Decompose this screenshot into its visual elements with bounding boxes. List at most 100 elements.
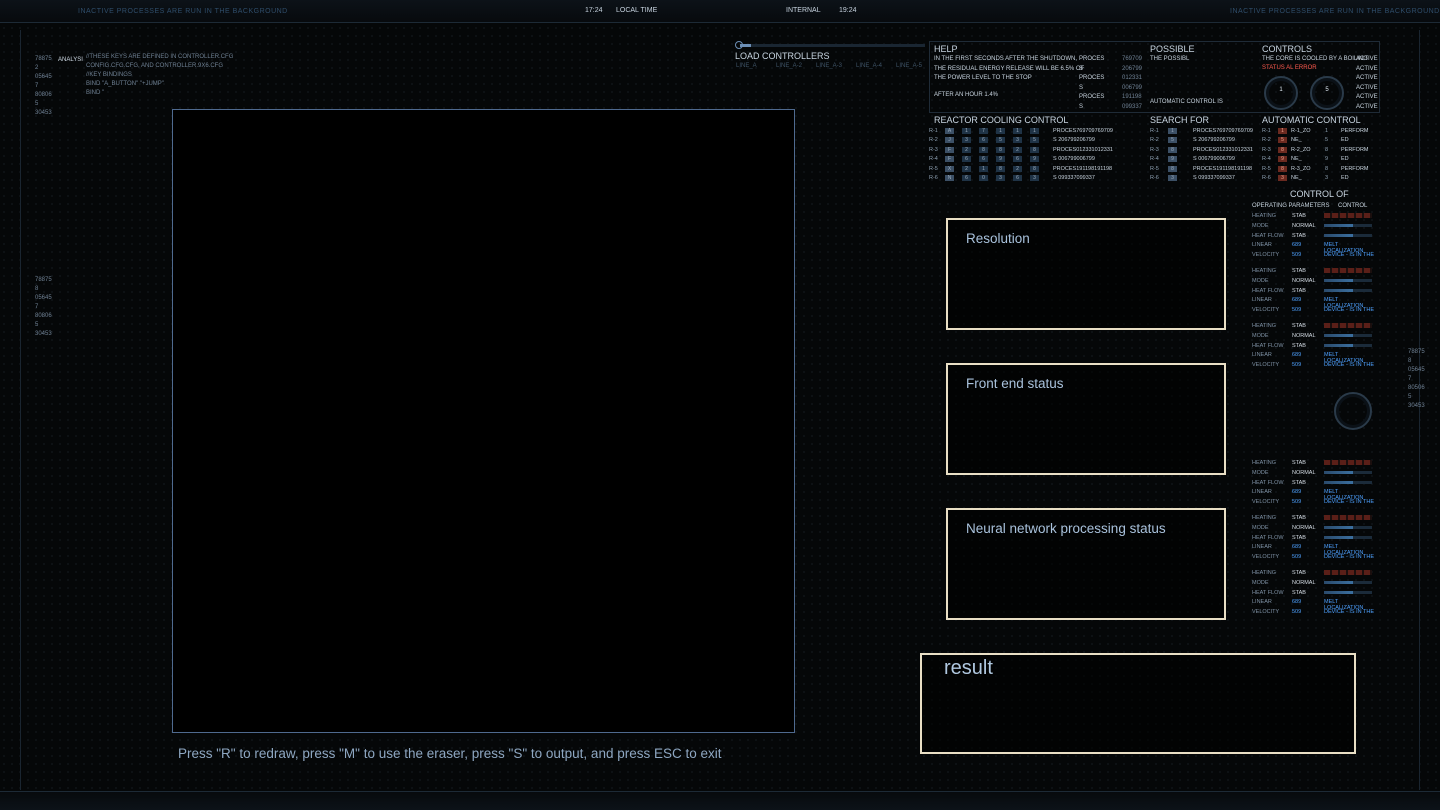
auto-row: R-1 1 R-1_ZO 1 PERFORM [1262, 126, 1371, 136]
parameter-value: 689 [1292, 242, 1302, 249]
right-hud-numbers: 78875 8 05645 7 80506 5 30453 [1408, 349, 1425, 409]
drawing-canvas[interactable] [172, 109, 795, 733]
reactor-row-id: R-2 [929, 137, 938, 144]
load-line-4: LINE_A-4 [856, 63, 883, 69]
reactor-cooling-table: R-1 A 1 7 1 1 1 PROCES769709769709 R-2 J 3 6 5 3 5 S 20… [929, 126, 1113, 183]
parameter-line: HEATING STAB [1252, 268, 1378, 278]
parameter-key: MODE [1252, 277, 1269, 284]
heat-bar [1324, 213, 1378, 223]
time-left: 17:24 [585, 7, 603, 14]
active-status: ACTIVE [1356, 65, 1378, 72]
search-row-id: R-5 [1150, 165, 1159, 172]
parameter-key: HEAT FLOW [1252, 287, 1284, 294]
auto-code: NE_ [1291, 137, 1302, 144]
parameter-key: LINEAR [1252, 242, 1272, 249]
controls-title: CONTROLS [1262, 44, 1313, 54]
auto-row: R-5 8 R-3_ZO 8 PERFORM [1262, 164, 1371, 174]
parameter-key: VELOCITY [1252, 252, 1280, 259]
parameter-value: STAB [1292, 323, 1306, 329]
parameter-value: STAB [1292, 515, 1306, 521]
search-proc: PROCES012331012331 [1193, 146, 1253, 153]
active-status: ACTIVE [1356, 94, 1378, 100]
auto-code: R-3_ZO [1291, 165, 1311, 172]
auto-id: R-4 [1262, 156, 1271, 163]
auto-t: ED [1341, 156, 1349, 163]
parameter-value: 509 [1292, 307, 1302, 314]
search-for-table: R-1 1 PROCES769709769709 R-2 5 S 206799206799… [1150, 126, 1253, 183]
parameter-block: HEATING STAB MODE NORMAL HEAT FLOW STAB LINEAR… [1252, 323, 1378, 372]
parameter-value: STAB [1292, 589, 1306, 596]
parameter-value: NORMAL [1292, 579, 1316, 586]
device-status: DEVICE - IS IN THE [1324, 362, 1375, 369]
melt-localization: MELT LOCALIZATION [1324, 599, 1364, 612]
auto-t: ED [1341, 175, 1349, 182]
reactor-row-id: R-1 [929, 127, 938, 134]
auto-row: R-6 3 NE_ 3 ED [1262, 174, 1371, 184]
auto-row: R-4 9 NE_ 9 ED [1262, 155, 1371, 165]
dial-icon [1334, 392, 1372, 430]
parameter-block: HEATING STAB MODE NORMAL HEAT FLOW STAB LINEAR… [1252, 515, 1378, 564]
reactor-cell: 3 [1030, 175, 1039, 182]
parameter-value: STAB [1292, 342, 1306, 349]
auto-n: 5 [1278, 137, 1287, 144]
parameter-line: LINEAR 689 MELT LOCALIZATION [1252, 352, 1378, 364]
search-for-title: SEARCH FOR [1150, 115, 1210, 125]
auto-code: R-2_ZO [1291, 146, 1311, 153]
status-text: STATUS AL ERROR [1262, 65, 1317, 71]
parameter-key: HEAT FLOW [1252, 232, 1284, 239]
parameter-value: STAB [1292, 460, 1306, 466]
help-proces-value: 191198 [1122, 94, 1142, 100]
help-proces-label: S [1079, 84, 1084, 91]
reactor-cell: 1 [962, 127, 971, 134]
neural-status-box: Neural network processing status [946, 508, 1226, 620]
parameter-value: NORMAL [1292, 469, 1316, 476]
parameter-value: 509 [1292, 499, 1302, 506]
parameter-line: HEATING STAB [1252, 213, 1378, 223]
reactor-cell: 3 [996, 175, 1005, 182]
parameter-block: HEATING STAB MODE NORMAL HEAT FLOW STAB LINEAR… [1252, 268, 1378, 317]
load-line-5: LINE_A-5 [896, 63, 923, 69]
auto-v: 3 [1325, 175, 1329, 182]
parameter-key: MODE [1252, 332, 1269, 339]
auto-t: PERFORM [1341, 146, 1369, 153]
parameter-key: MODE [1252, 579, 1269, 586]
parameter-line: HEAT FLOW STAB [1252, 233, 1378, 243]
parameter-key: VELOCITY [1252, 554, 1280, 561]
level-bar [1324, 580, 1378, 590]
front-end-status-label: Front end status [966, 376, 1064, 391]
automatic-control-title: AUTOMATIC CONTROL [1262, 115, 1361, 125]
reactor-cell: 2 [1013, 146, 1022, 153]
reactor-cell: 6 [962, 156, 971, 163]
parameter-line: VELOCITY 509 DEVICE - IS IN THE [1252, 609, 1378, 619]
search-row-id: R-2 [1150, 137, 1159, 144]
parameter-line: VELOCITY 509 DEVICE - IS IN THE [1252, 554, 1378, 564]
reactor-proc: PROCES769709769709 [1053, 127, 1113, 134]
parameter-key: HEAT FLOW [1252, 534, 1284, 541]
reactor-cell: 6 [1013, 156, 1022, 163]
reactor-cell: F [945, 146, 954, 153]
help-proces-label: PROCES [1079, 94, 1105, 100]
parameter-key: HEATING [1252, 323, 1277, 329]
parameter-key: LINEAR [1252, 352, 1272, 359]
level-bar [1324, 288, 1378, 298]
left-hud-numbers: 78875 2 05645 7 80806 5 30453 [35, 56, 52, 116]
parameter-line: MODE NORMAL [1252, 333, 1378, 343]
auto-t: PERFORM [1341, 165, 1369, 172]
help-proces-label: S [1079, 103, 1084, 110]
control-of-title: CONTROL OF [1290, 189, 1349, 199]
reactor-cell: 2 [962, 165, 971, 172]
parameter-line: HEATING STAB [1252, 460, 1378, 470]
search-cell: 8 [1168, 165, 1177, 172]
auto-id: R-5 [1262, 165, 1271, 172]
gauge-2: 5 [1310, 76, 1344, 110]
search-row-id: R-1 [1150, 127, 1159, 134]
search-proc: PROCES769709769709 [1193, 127, 1253, 134]
reactor-cell: A [945, 127, 954, 134]
reactor-row-id: R-4 [929, 156, 938, 163]
reactor-cell: 8 [1030, 165, 1039, 172]
auto-v: 8 [1325, 165, 1329, 172]
reactor-cell: 2 [962, 146, 971, 153]
parameter-value: NORMAL [1292, 222, 1316, 229]
parameter-block: HEATING STAB MODE NORMAL HEAT FLOW STAB LINEAR… [1252, 460, 1378, 509]
parameter-line: VELOCITY 509 DEVICE - IS IN THE [1252, 362, 1378, 372]
